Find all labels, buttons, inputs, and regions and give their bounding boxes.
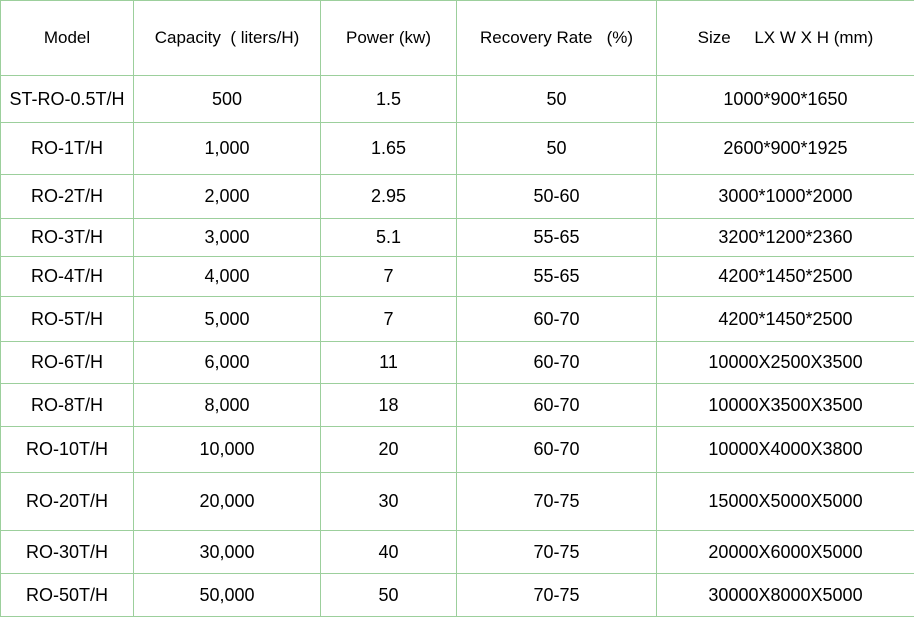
cell-recovery-rate: 55-65 bbox=[457, 257, 657, 297]
cell-size: 15000X5000X5000 bbox=[657, 473, 914, 531]
cell-size: 1000*900*1650 bbox=[657, 76, 914, 123]
header-size: Size LX W X H (mm) bbox=[657, 1, 914, 76]
spec-table: Model Capacity ( liters/H) Power (kw) Re… bbox=[0, 0, 914, 617]
header-capacity: Capacity ( liters/H) bbox=[134, 1, 321, 76]
cell-model: RO-3T/H bbox=[1, 219, 134, 257]
cell-power: 18 bbox=[321, 384, 457, 427]
cell-size: 2600*900*1925 bbox=[657, 123, 914, 175]
cell-capacity: 1,000 bbox=[134, 123, 321, 175]
table-row: RO-1T/H 1,000 1.65 50 2600*900*1925 bbox=[1, 123, 914, 175]
cell-power: 1.5 bbox=[321, 76, 457, 123]
cell-size: 30000X8000X5000 bbox=[657, 574, 914, 617]
cell-size: 3200*1200*2360 bbox=[657, 219, 914, 257]
cell-power: 20 bbox=[321, 427, 457, 473]
cell-size: 10000X2500X3500 bbox=[657, 342, 914, 384]
table-row: RO-5T/H 5,000 7 60-70 4200*1450*2500 bbox=[1, 297, 914, 342]
cell-capacity: 3,000 bbox=[134, 219, 321, 257]
cell-power: 11 bbox=[321, 342, 457, 384]
cell-capacity: 30,000 bbox=[134, 531, 321, 574]
cell-model: RO-8T/H bbox=[1, 384, 134, 427]
cell-recovery-rate: 70-75 bbox=[457, 574, 657, 617]
cell-recovery-rate: 70-75 bbox=[457, 531, 657, 574]
cell-model: RO-10T/H bbox=[1, 427, 134, 473]
cell-power: 7 bbox=[321, 257, 457, 297]
cell-recovery-rate: 55-65 bbox=[457, 219, 657, 257]
header-row: Model Capacity ( liters/H) Power (kw) Re… bbox=[1, 1, 914, 76]
cell-recovery-rate: 50-60 bbox=[457, 175, 657, 219]
table-row: RO-4T/H 4,000 7 55-65 4200*1450*2500 bbox=[1, 257, 914, 297]
cell-size: 4200*1450*2500 bbox=[657, 297, 914, 342]
cell-model: RO-2T/H bbox=[1, 175, 134, 219]
table-row: ST-RO-0.5T/H 500 1.5 50 1000*900*1650 bbox=[1, 76, 914, 123]
table-row: RO-50T/H 50,000 50 70-75 30000X8000X5000 bbox=[1, 574, 914, 617]
cell-capacity: 10,000 bbox=[134, 427, 321, 473]
cell-model: RO-1T/H bbox=[1, 123, 134, 175]
cell-power: 5.1 bbox=[321, 219, 457, 257]
header-model: Model bbox=[1, 1, 134, 76]
cell-size: 4200*1450*2500 bbox=[657, 257, 914, 297]
cell-recovery-rate: 60-70 bbox=[457, 427, 657, 473]
cell-power: 40 bbox=[321, 531, 457, 574]
cell-recovery-rate: 50 bbox=[457, 123, 657, 175]
header-recovery-rate: Recovery Rate (%) bbox=[457, 1, 657, 76]
cell-recovery-rate: 70-75 bbox=[457, 473, 657, 531]
cell-recovery-rate: 60-70 bbox=[457, 384, 657, 427]
header-power: Power (kw) bbox=[321, 1, 457, 76]
cell-model: RO-20T/H bbox=[1, 473, 134, 531]
table-row: RO-8T/H 8,000 18 60-70 10000X3500X3500 bbox=[1, 384, 914, 427]
cell-power: 50 bbox=[321, 574, 457, 617]
cell-model: RO-5T/H bbox=[1, 297, 134, 342]
cell-capacity: 50,000 bbox=[134, 574, 321, 617]
cell-size: 3000*1000*2000 bbox=[657, 175, 914, 219]
cell-recovery-rate: 60-70 bbox=[457, 297, 657, 342]
cell-model: RO-50T/H bbox=[1, 574, 134, 617]
cell-power: 2.95 bbox=[321, 175, 457, 219]
cell-capacity: 20,000 bbox=[134, 473, 321, 531]
cell-capacity: 4,000 bbox=[134, 257, 321, 297]
cell-recovery-rate: 60-70 bbox=[457, 342, 657, 384]
cell-model: ST-RO-0.5T/H bbox=[1, 76, 134, 123]
cell-power: 1.65 bbox=[321, 123, 457, 175]
cell-power: 7 bbox=[321, 297, 457, 342]
cell-capacity: 6,000 bbox=[134, 342, 321, 384]
cell-capacity: 500 bbox=[134, 76, 321, 123]
cell-capacity: 8,000 bbox=[134, 384, 321, 427]
cell-size: 10000X4000X3800 bbox=[657, 427, 914, 473]
table-row: RO-2T/H 2,000 2.95 50-60 3000*1000*2000 bbox=[1, 175, 914, 219]
cell-power: 30 bbox=[321, 473, 457, 531]
cell-model: RO-30T/H bbox=[1, 531, 134, 574]
cell-size: 10000X3500X3500 bbox=[657, 384, 914, 427]
cell-model: RO-6T/H bbox=[1, 342, 134, 384]
cell-model: RO-4T/H bbox=[1, 257, 134, 297]
table-row: RO-20T/H 20,000 30 70-75 15000X5000X5000 bbox=[1, 473, 914, 531]
table-row: RO-6T/H 6,000 11 60-70 10000X2500X3500 bbox=[1, 342, 914, 384]
table-row: RO-3T/H 3,000 5.1 55-65 3200*1200*2360 bbox=[1, 219, 914, 257]
cell-recovery-rate: 50 bbox=[457, 76, 657, 123]
table-row: RO-10T/H 10,000 20 60-70 10000X4000X3800 bbox=[1, 427, 914, 473]
cell-capacity: 2,000 bbox=[134, 175, 321, 219]
table-row: RO-30T/H 30,000 40 70-75 20000X6000X5000 bbox=[1, 531, 914, 574]
cell-size: 20000X6000X5000 bbox=[657, 531, 914, 574]
cell-capacity: 5,000 bbox=[134, 297, 321, 342]
